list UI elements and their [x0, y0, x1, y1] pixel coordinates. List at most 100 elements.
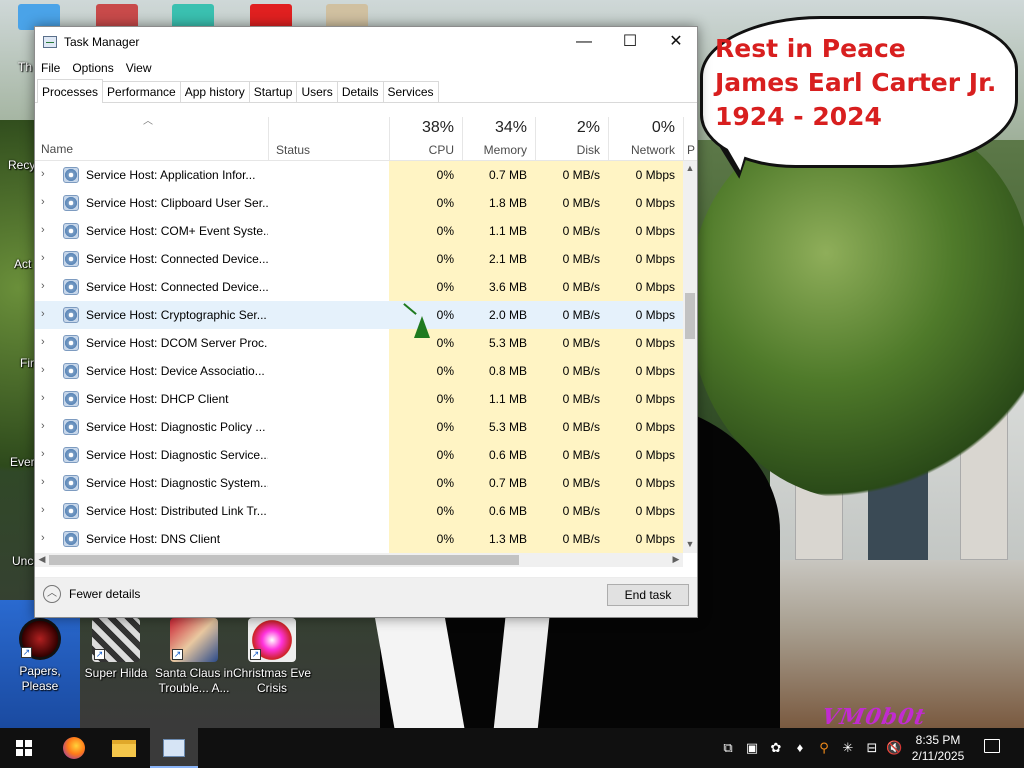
vertical-scrollbar[interactable]: ▲ ▼: [683, 161, 697, 553]
table-row[interactable]: › Service Host: Application Infor... 0% 0.7…: [35, 161, 683, 189]
desktop-icon-label: Trouble... A...: [158, 681, 230, 695]
column-header-network[interactable]: 0% Network: [608, 117, 683, 161]
desktop-icon-label[interactable]: Unc: [12, 554, 33, 568]
super-hilda-icon: ↗: [92, 618, 140, 662]
table-row[interactable]: › Service Host: DHCP Client 0% 1.1 MB 0 MB/s…: [35, 385, 683, 413]
tab-services[interactable]: Services: [382, 81, 439, 102]
table-row[interactable]: › Service Host: Distributed Link Tr... 0% 0…: [35, 497, 683, 525]
scroll-thumb[interactable]: [685, 293, 695, 339]
title-bar[interactable]: Task Manager — ☐ ✕: [35, 27, 697, 57]
desktop-icon-label[interactable]: Fir: [20, 356, 34, 370]
tab-users[interactable]: Users: [296, 81, 338, 102]
column-header-disk[interactable]: 2% Disk: [535, 117, 608, 161]
desktop-icon-label: Santa Claus in: [154, 666, 234, 680]
desktop-icon-label[interactable]: Recy: [8, 158, 35, 172]
tab-details[interactable]: Details: [336, 81, 384, 102]
maximize-button[interactable]: ☐: [607, 27, 653, 57]
desktop-icon-papers-please[interactable]: ↗ Papers, Please: [0, 618, 80, 694]
expand-chevron-icon[interactable]: ›: [41, 308, 51, 320]
expand-chevron-icon[interactable]: ›: [41, 280, 51, 292]
table-row[interactable]: › Service Host: Cryptographic Ser... 0% 2.0…: [35, 301, 683, 329]
gear-icon: [63, 531, 79, 547]
expand-chevron-icon[interactable]: ›: [41, 364, 51, 376]
column-header-cpu[interactable]: 38% CPU: [389, 117, 462, 161]
minimize-button[interactable]: —: [561, 27, 607, 57]
table-row[interactable]: › Service Host: Diagnostic Service... 0% 0.…: [35, 441, 683, 469]
volume-muted-icon[interactable]: 🔇: [886, 740, 902, 756]
desktop-icon-santa-claus-in-trouble[interactable]: ↗ Santa Claus in Trouble... A...: [154, 618, 234, 696]
process-network: 0 Mbps: [635, 476, 675, 490]
scroll-left-icon[interactable]: ◀: [36, 554, 48, 566]
tab-app-history[interactable]: App history: [179, 81, 250, 102]
process-network: 0 Mbps: [635, 420, 675, 434]
expand-chevron-icon[interactable]: ›: [41, 168, 51, 180]
table-row[interactable]: › Service Host: Clipboard User Ser... 0% 1.…: [35, 189, 683, 217]
menu-options[interactable]: Options: [72, 61, 113, 75]
table-row[interactable]: › Service Host: COM+ Event Syste... 0% 1.1 …: [35, 217, 683, 245]
notification-center-icon[interactable]: [984, 739, 1000, 753]
column-header-status-cell[interactable]: Status: [268, 117, 389, 161]
taskbar-file-explorer[interactable]: [100, 728, 148, 768]
desktop-icon-label[interactable]: Ever: [10, 455, 35, 469]
tray-icon-sparkle[interactable]: ✳: [840, 740, 856, 756]
scroll-thumb[interactable]: [49, 555, 519, 565]
tab-performance[interactable]: Performance: [102, 81, 181, 102]
process-name: Service Host: Distributed Link Tr...: [86, 504, 267, 518]
gear-icon: [63, 391, 79, 407]
table-row[interactable]: › Service Host: DCOM Server Proc... 0% 5.3 …: [35, 329, 683, 357]
horizontal-scrollbar[interactable]: ◀ ▶: [35, 553, 683, 567]
process-disk: 0 MB/s: [562, 224, 600, 238]
menu-view[interactable]: View: [126, 61, 152, 75]
end-task-button[interactable]: End task: [607, 584, 689, 606]
menu-file[interactable]: File: [41, 61, 60, 75]
column-header-power[interactable]: P: [683, 117, 697, 161]
scroll-right-icon[interactable]: ▶: [670, 554, 682, 566]
scroll-down-icon[interactable]: ▼: [685, 539, 695, 551]
tray-icon-colors[interactable]: ✿: [768, 740, 784, 756]
table-row[interactable]: › Service Host: Diagnostic Policy ... 0% 5.…: [35, 413, 683, 441]
sort-up-icon[interactable]: ︿: [143, 112, 153, 127]
clock-time: 8:35 PM: [915, 733, 961, 747]
expand-chevron-icon[interactable]: ›: [41, 392, 51, 404]
expand-chevron-icon[interactable]: ›: [41, 336, 51, 348]
close-button[interactable]: ✕: [653, 27, 699, 57]
tray-icon-app[interactable]: ⧉: [720, 740, 736, 756]
process-name: Service Host: DNS Client: [86, 532, 221, 546]
table-row[interactable]: › Service Host: DNS Client 0% 1.3 MB 0 MB/s 0…: [35, 525, 683, 553]
expand-chevron-icon[interactable]: ›: [41, 420, 51, 432]
table-row[interactable]: › Service Host: Diagnostic System... 0% 0.7…: [35, 469, 683, 497]
desktop-icon-super-hilda[interactable]: ↗ Super Hilda: [76, 618, 156, 681]
table-row[interactable]: › Service Host: Device Associatio... 0% 0.8…: [35, 357, 683, 385]
taskbar-task-manager[interactable]: [150, 728, 198, 768]
network-icon[interactable]: ⊟: [864, 740, 880, 756]
tray-icon-monitor[interactable]: ▣: [744, 740, 760, 756]
tray-icon-search[interactable]: ⚲: [816, 740, 832, 756]
tab-processes[interactable]: Processes: [37, 79, 104, 103]
column-header-memory[interactable]: 34% Memory: [462, 117, 535, 161]
expand-chevron-icon[interactable]: ›: [41, 224, 51, 236]
table-row[interactable]: › Service Host: Connected Device... 0% 3.6 …: [35, 273, 683, 301]
column-header-name[interactable]: Name: [41, 142, 73, 156]
desktop-icon-label[interactable]: Act: [14, 257, 31, 271]
table-row[interactable]: › Service Host: Connected Device... 0% 2.1 …: [35, 245, 683, 273]
process-disk: 0 MB/s: [562, 504, 600, 518]
expand-chevron-icon[interactable]: ›: [41, 252, 51, 264]
desktop-icon-label[interactable]: Th: [18, 60, 32, 74]
desktop-icon-christmas-eve-crisis[interactable]: ↗ Christmas Eve Crisis: [232, 618, 312, 696]
expand-chevron-icon[interactable]: ›: [41, 196, 51, 208]
expand-chevron-icon[interactable]: ›: [41, 476, 51, 488]
speech-line: James Earl Carter Jr.: [715, 68, 997, 97]
expand-chevron-icon[interactable]: ›: [41, 448, 51, 460]
taskbar-firefox[interactable]: [50, 728, 98, 768]
tab-startup[interactable]: Startup: [248, 81, 298, 102]
tray-icon-drop[interactable]: ♦: [792, 740, 808, 756]
fewer-details-button[interactable]: ︿ Fewer details: [43, 585, 140, 603]
process-name: Service Host: DCOM Server Proc...: [86, 336, 268, 350]
scroll-up-icon[interactable]: ▲: [685, 163, 695, 175]
expand-chevron-icon[interactable]: ›: [41, 504, 51, 516]
clock[interactable]: 8:35 PM 2/11/2025: [908, 732, 968, 764]
process-memory: 1.8 MB: [488, 196, 527, 210]
expand-chevron-icon[interactable]: ›: [41, 532, 51, 544]
start-button[interactable]: [0, 728, 48, 768]
memory-total: 34%: [494, 119, 527, 136]
